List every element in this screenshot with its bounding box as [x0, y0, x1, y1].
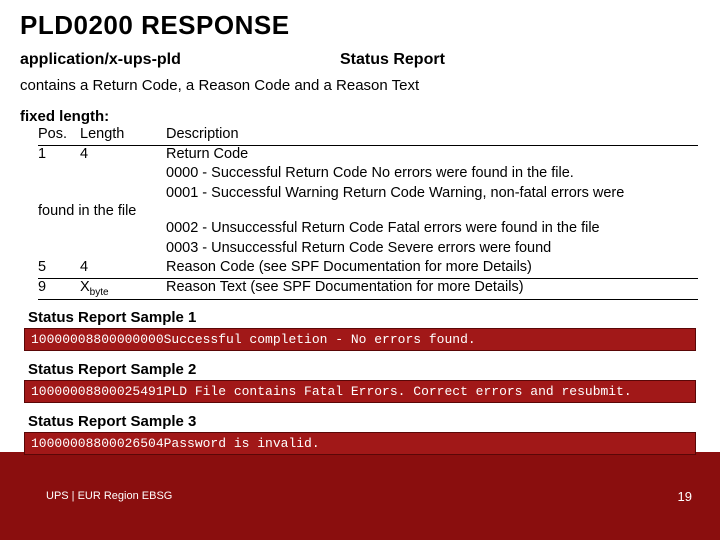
sample-heading: Status Report Sample 1 — [28, 309, 704, 326]
sample-heading: Status Report Sample 3 — [28, 413, 704, 430]
slide-footer: UPS | EUR Region EBSG 19 — [0, 452, 720, 540]
sample-body: 10000008800000000Successful completion -… — [24, 328, 696, 351]
subtitle: contains a Return Code, a Reason Code an… — [20, 77, 704, 94]
return-code-line: 0000 - Successful Return Code No errors … — [38, 164, 704, 184]
table-header-row: Pos. Length Description — [38, 125, 704, 145]
found-in-file: found in the file — [38, 203, 704, 219]
fields-table-cont: 0002 - Unsuccessful Return Code Fatal er… — [38, 219, 704, 299]
return-code-line: 0003 - Unsuccessful Return Code Severe e… — [38, 239, 704, 259]
col-pos: Pos. — [38, 125, 80, 145]
table-row: 9 Xbyte Reason Text (see SPF Documentati… — [38, 278, 704, 299]
return-code-line: 0002 - Unsuccessful Return Code Fatal er… — [38, 219, 704, 239]
fields-table: Pos. Length Description 1 4 Return Code … — [38, 125, 704, 203]
fixed-length-label: fixed length: — [20, 108, 704, 125]
col-length: Length — [80, 125, 166, 145]
meta-row: application/x-ups-pld Status Report — [20, 51, 704, 69]
table-row: 1 4 Return Code — [38, 145, 704, 165]
table-row: 5 4 Reason Code (see SPF Documentation f… — [38, 258, 704, 278]
page-number: 19 — [678, 489, 692, 504]
footer-left: UPS | EUR Region EBSG — [46, 490, 172, 502]
slide-sheet: PLD0200 RESPONSE application/x-ups-pld S… — [0, 0, 720, 452]
col-description: Description — [166, 125, 704, 145]
mime-type: application/x-ups-pld — [20, 51, 340, 69]
sample-heading: Status Report Sample 2 — [28, 361, 704, 378]
len-xbyte: Xbyte — [80, 278, 166, 299]
status-report-label: Status Report — [340, 51, 445, 69]
return-code-line: 0001 - Successful Warning Return Code Wa… — [38, 184, 704, 204]
slide-title: PLD0200 RESPONSE — [20, 10, 704, 41]
sample-body: 10000008800025491PLD File contains Fatal… — [24, 380, 696, 403]
